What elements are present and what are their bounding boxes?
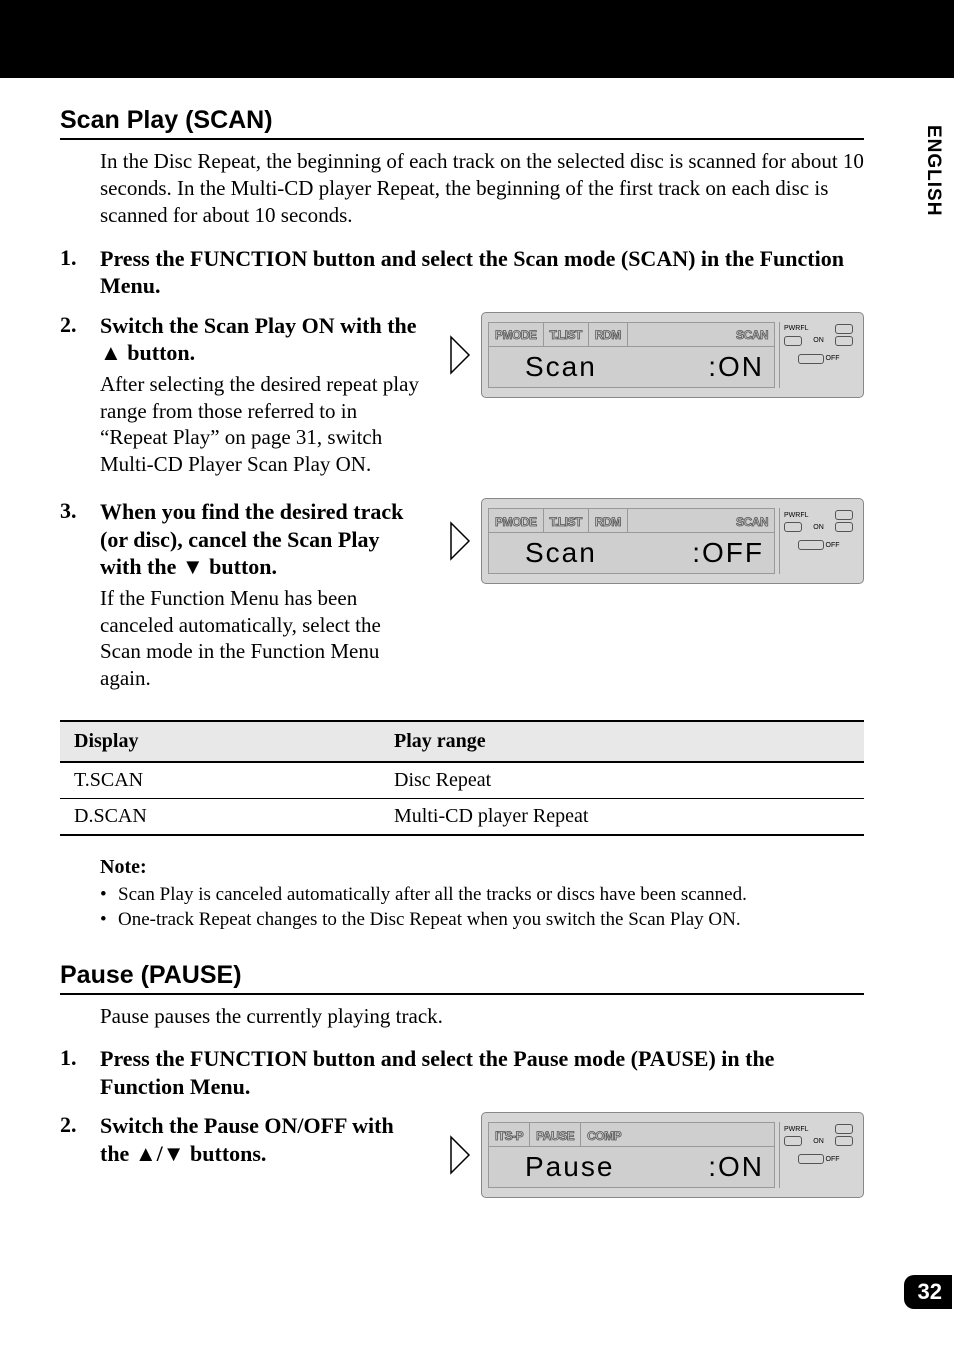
table-header-cell: Display [60, 722, 380, 761]
lcd-tab: T.LIST [544, 509, 589, 532]
indicator-panel: PWRFL ON OFF [779, 322, 857, 388]
content-area: Scan Play (SCAN) In the Disc Repeat, the… [0, 78, 954, 1198]
lcd-display-scan-off: PMODE T.LIST RDM SCAN Scan :OFF PWR [481, 498, 864, 584]
step-title: Switch the Scan Play ON with the ▲ butto… [100, 312, 420, 367]
table-cell: Disc Repeat [380, 763, 864, 798]
lcd-tab: RDM [589, 323, 628, 346]
scan-step-2-row: 2. Switch the Scan Play ON with the ▲ bu… [60, 312, 864, 479]
lcd-tab: T.LIST [544, 323, 589, 346]
step-number: 3. [60, 498, 100, 692]
note-title: Note: [100, 856, 864, 879]
pause-intro-text: Pause pauses the currently playing track… [100, 1003, 864, 1030]
display-with-marker: PMODE T.LIST RDM SCAN Scan :OFF PWR [449, 498, 864, 584]
lcd-tab: RDM [589, 509, 628, 532]
lcd-tab: PMODE [489, 323, 544, 346]
step-title: When you find the desired track (or disc… [100, 498, 420, 581]
mini-icon [835, 1124, 853, 1134]
section-pause-title: Pause (PAUSE) [60, 961, 864, 995]
step-number: 2. [60, 312, 100, 479]
mini-icon [784, 522, 802, 532]
note-block: Note: Scan Play is canceled automaticall… [100, 856, 864, 932]
triangle-up-icon: ▲ [100, 339, 122, 367]
indicator-panel: PWRFL ON OFF [779, 508, 857, 574]
note-item: Scan Play is canceled automatically afte… [100, 883, 864, 908]
scan-step-3-row: 3. When you find the desired track (or d… [60, 498, 864, 692]
table-header-cell: Play range [380, 722, 864, 761]
triangle-right-icon [449, 521, 471, 561]
language-tab: ENGLISH [922, 125, 944, 216]
table-row: T.SCAN Disc Repeat [60, 763, 864, 799]
step-number: 1. [60, 1045, 100, 1100]
mini-icon [835, 522, 853, 532]
step-number: 1. [60, 245, 100, 300]
step-title: Press the FUNCTION button and select the… [100, 1045, 864, 1100]
page-number-badge: 32 [904, 1275, 952, 1309]
table-row: D.SCAN Multi-CD player Repeat [60, 799, 864, 834]
triangle-up-icon: ▲ [135, 1140, 157, 1168]
lcd-tab: COMP [581, 1123, 627, 1146]
scan-intro-text: In the Disc Repeat, the beginning of eac… [100, 148, 864, 229]
lcd-tab-active: SCAN [730, 323, 774, 346]
mini-icon [798, 1154, 824, 1164]
page: ENGLISH Scan Play (SCAN) In the Disc Rep… [0, 0, 954, 1355]
scan-step-1: 1. Press the FUNCTION button and select … [60, 245, 864, 300]
lcd-label: Scan [525, 537, 692, 569]
indicator-panel: PWRFL ON OFF [779, 1122, 857, 1188]
triangle-right-icon [449, 335, 471, 375]
pause-step-2-row: 2. Switch the Pause ON/OFF with the ▲/▼ … [60, 1112, 864, 1198]
lcd-tab: ITS-P [489, 1123, 530, 1146]
step-number: 2. [60, 1112, 100, 1167]
lcd-value: :ON [708, 351, 774, 383]
lcd-tab-active: SCAN [730, 509, 774, 532]
lcd-tab: PMODE [489, 509, 544, 532]
step-body-text: If the Function Menu has been canceled a… [100, 585, 420, 693]
step-body-text: After selecting the desired repeat play … [100, 371, 420, 479]
mini-icon [784, 336, 802, 346]
display-with-marker: ITS-P PAUSE COMP Pause :ON PWRFL ON [449, 1112, 864, 1198]
mini-icon [835, 1136, 853, 1146]
mini-icon [835, 336, 853, 346]
mini-icon [798, 354, 824, 364]
section-scan-title: Scan Play (SCAN) [60, 106, 864, 140]
mini-icon [835, 324, 853, 334]
table-cell: T.SCAN [60, 763, 380, 798]
lcd-tab-active: PAUSE [530, 1123, 581, 1146]
step-title: Press the FUNCTION button and select the… [100, 245, 864, 300]
mini-icon [784, 1136, 802, 1146]
triangle-right-icon [449, 1135, 471, 1175]
triangle-down-icon: ▼ [182, 553, 204, 581]
lcd-display-scan-on: PMODE T.LIST RDM SCAN Scan :ON PWRF [481, 312, 864, 398]
lcd-value: :ON [708, 1151, 774, 1183]
lcd-display-pause-on: ITS-P PAUSE COMP Pause :ON PWRFL ON [481, 1112, 864, 1198]
top-black-bar [0, 0, 954, 78]
lcd-label: Scan [525, 351, 708, 383]
lcd-label: Pause [525, 1151, 708, 1183]
scan-display-table: Display Play range T.SCAN Disc Repeat D.… [60, 720, 864, 836]
table-cell: D.SCAN [60, 799, 380, 834]
mini-icon [835, 510, 853, 520]
note-item: One-track Repeat changes to the Disc Rep… [100, 908, 864, 933]
mini-icon [798, 540, 824, 550]
pause-step-1: 1. Press the FUNCTION button and select … [60, 1045, 864, 1100]
table-cell: Multi-CD player Repeat [380, 799, 864, 834]
step-title: Switch the Pause ON/OFF with the ▲/▼ but… [100, 1112, 420, 1167]
lcd-value: :OFF [692, 537, 774, 569]
display-with-marker: PMODE T.LIST RDM SCAN Scan :ON PWRF [449, 312, 864, 398]
table-header: Display Play range [60, 722, 864, 763]
triangle-down-icon: ▼ [163, 1140, 185, 1168]
